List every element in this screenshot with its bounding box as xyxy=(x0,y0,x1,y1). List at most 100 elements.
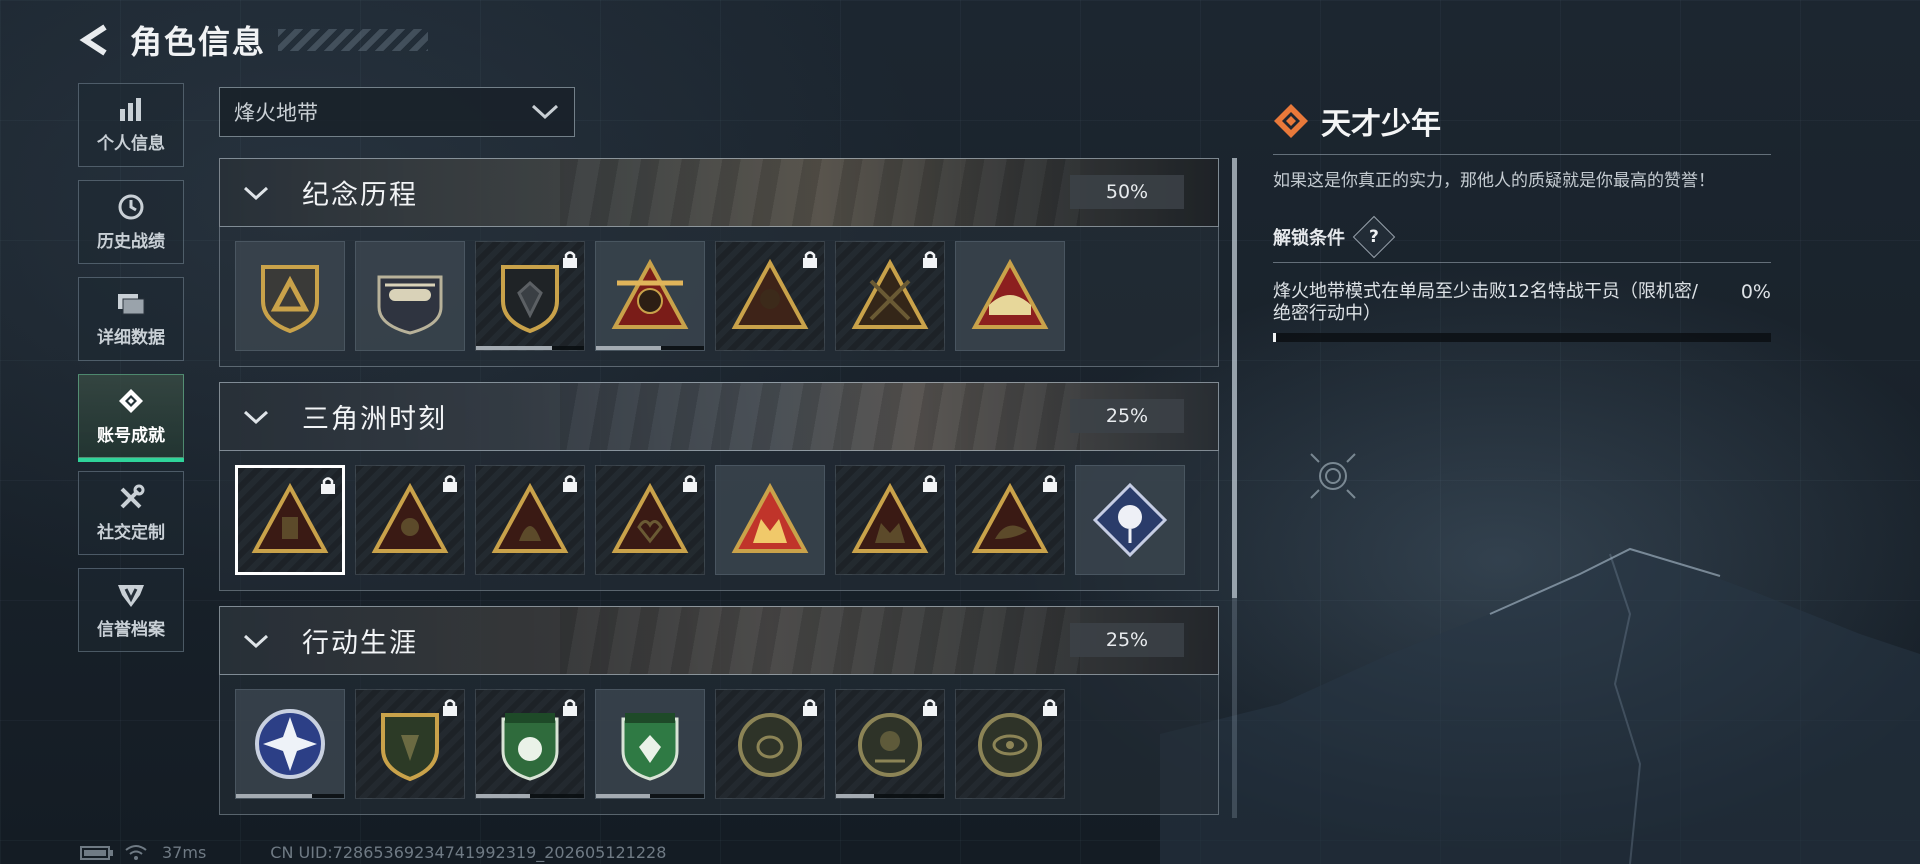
achievement-badge[interactable] xyxy=(355,689,465,799)
tools-icon xyxy=(120,484,145,508)
lock-icon xyxy=(442,474,458,496)
collapse-chevron-icon xyxy=(242,409,278,425)
page-header: 角色信息 xyxy=(76,14,429,66)
help-button[interactable]: ? xyxy=(1352,215,1396,259)
achievement-badge[interactable] xyxy=(835,689,945,799)
list-scrollbar[interactable] xyxy=(1232,158,1237,818)
sidebar-item-label: 账号成就 xyxy=(97,425,165,446)
achievement-badge[interactable] xyxy=(595,241,705,351)
achievement-section: 三角洲时刻 25% xyxy=(219,382,1219,591)
lock-icon xyxy=(922,474,938,496)
collapse-chevron-icon xyxy=(242,633,278,649)
operator-portrait-emblem-icon xyxy=(731,258,809,329)
sidebar-item-detailed-data[interactable]: 详细数据 xyxy=(78,277,184,361)
achievement-badge[interactable] xyxy=(595,465,705,575)
badge-progress-fill xyxy=(836,794,874,798)
title-decoration xyxy=(278,29,429,51)
unlock-condition-header: 解锁条件 ? xyxy=(1273,215,1771,259)
unlock-condition-title: 解锁条件 xyxy=(1273,228,1345,249)
achievement-badge[interactable] xyxy=(715,689,825,799)
sidebar-item-match-history[interactable]: 历史战绩 xyxy=(78,180,184,264)
badge-progress-bar xyxy=(476,794,584,798)
section-title: 三角洲时刻 xyxy=(302,404,447,435)
badge-row xyxy=(219,227,1219,367)
badge-progress-fill xyxy=(476,794,530,798)
sidebar-item-account-achievements[interactable]: 账号成就 xyxy=(78,374,184,462)
badge-progress-bar xyxy=(596,346,704,350)
ping-readout: 37ms xyxy=(162,843,207,862)
mode-dropdown[interactable]: 烽火地带 xyxy=(219,87,575,137)
mode-dropdown-value: 烽火地带 xyxy=(234,101,318,125)
sidebar-item-label: 社交定制 xyxy=(97,522,165,543)
lock-icon xyxy=(320,476,336,498)
achievement-badge[interactable] xyxy=(715,465,825,575)
status-bar: 37ms CN UID:7286536923474199231​9_202605… xyxy=(80,843,666,862)
achievement-badge[interactable] xyxy=(235,465,345,575)
achievement-badge[interactable] xyxy=(835,241,945,351)
sidebar-item-label: 个人信息 xyxy=(97,133,165,154)
achievement-badge[interactable] xyxy=(475,241,585,351)
lock-icon xyxy=(922,250,938,272)
folder-icon xyxy=(118,293,145,314)
divider xyxy=(1273,154,1771,155)
sidebar-item-reputation[interactable]: 信誉档案 xyxy=(78,568,184,652)
achievement-badge[interactable] xyxy=(595,689,705,799)
triangle-shield-emblem-icon xyxy=(261,265,319,334)
achievement-description: 如果这是你真正的实力，那他人的质疑就是你最高的赞誉！ xyxy=(1273,171,1715,191)
achievement-badge[interactable] xyxy=(235,241,345,351)
collapse-chevron-icon xyxy=(242,185,278,201)
achievement-badge[interactable] xyxy=(835,465,945,575)
section-title: 纪念历程 xyxy=(302,180,418,211)
target-reticle-icon[interactable] xyxy=(1305,448,1361,504)
list-scrollbar-thumb[interactable] xyxy=(1232,158,1237,598)
round-fist-emblem-icon xyxy=(738,713,802,777)
delta-soldiers-emblem-icon xyxy=(851,482,929,553)
achievement-badge[interactable] xyxy=(1075,465,1185,575)
achievement-section: 行动生涯 25% xyxy=(219,606,1219,815)
detail-header: 天才少年 xyxy=(1273,100,1771,142)
lock-icon xyxy=(802,250,818,272)
sidebar-item-personal-info[interactable]: 个人信息 xyxy=(78,83,184,167)
achievement-badge[interactable] xyxy=(235,689,345,799)
section-header[interactable]: 行动生涯 25% xyxy=(219,606,1219,675)
helicopter-emblem-icon xyxy=(377,275,443,335)
badge-row xyxy=(219,451,1219,591)
achievement-badge[interactable] xyxy=(355,241,465,351)
back-button[interactable] xyxy=(76,20,116,60)
chevron-down-icon xyxy=(531,104,559,120)
section-percent: 25% xyxy=(1070,399,1184,433)
wing-59-emblem-icon xyxy=(611,258,689,329)
achievement-badge[interactable] xyxy=(475,465,585,575)
delta-beast-emblem-icon xyxy=(971,482,1049,553)
achievement-badge[interactable] xyxy=(955,241,1065,351)
sidebar-item-social-custom[interactable]: 社交定制 xyxy=(78,471,184,555)
delta-heart-emblem-icon xyxy=(611,482,689,553)
achievement-name: 天才少年 xyxy=(1321,107,1441,142)
section-header[interactable]: 纪念历程 50% xyxy=(219,158,1219,227)
uid-readout: CN UID:7286536923474199231​9_20260512122… xyxy=(270,843,667,862)
rose-diamond-emblem-icon xyxy=(1092,482,1168,558)
unlock-condition-text: 烽火地带模式在单局至少击败12名特战干员（限机密/绝密行动中） xyxy=(1273,281,1698,324)
crossed-swords-emblem-icon xyxy=(851,258,929,329)
delta-figure-emblem-icon xyxy=(491,482,569,553)
achievement-badge[interactable] xyxy=(475,689,585,799)
badge-progress-fill xyxy=(236,794,312,798)
achievement-badge[interactable] xyxy=(355,465,465,575)
achievement-icon xyxy=(119,388,143,413)
lock-icon xyxy=(562,250,578,272)
blue-star-emblem-icon xyxy=(255,709,325,779)
lock-icon xyxy=(442,698,458,720)
badge-progress-bar xyxy=(596,794,704,798)
bar-chart-icon xyxy=(120,97,141,121)
badge-progress-bar xyxy=(836,794,944,798)
section-header[interactable]: 三角洲时刻 25% xyxy=(219,382,1219,451)
page-title: 角色信息 xyxy=(130,23,267,61)
badge-progress-fill xyxy=(596,346,661,350)
background-mountain xyxy=(1160,547,1920,864)
wifi-icon xyxy=(125,844,147,860)
achievement-badge[interactable] xyxy=(715,241,825,351)
achievement-badge[interactable] xyxy=(955,689,1065,799)
lock-icon xyxy=(562,698,578,720)
achievement-section: 纪念历程 50% xyxy=(219,158,1219,367)
achievement-badge[interactable] xyxy=(955,465,1065,575)
